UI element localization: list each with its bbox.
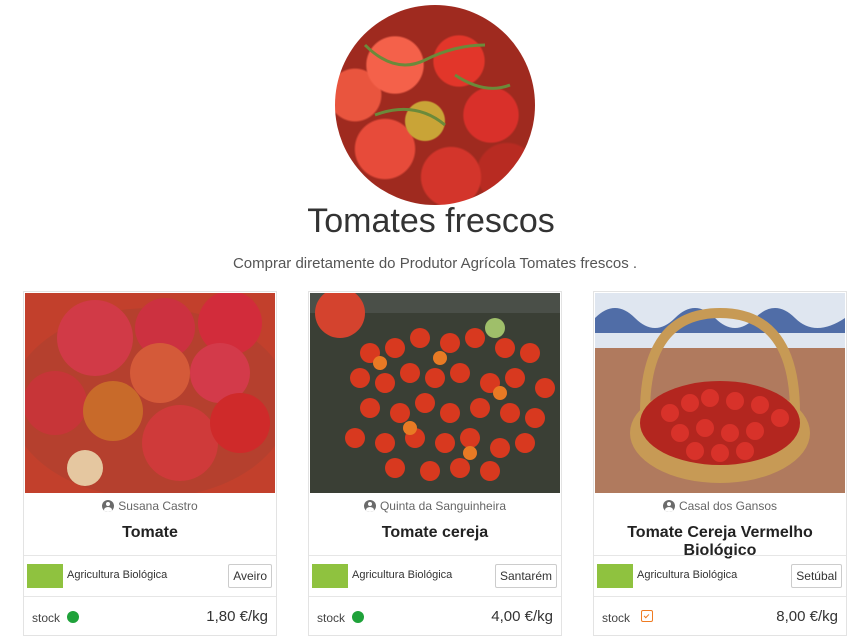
price: 4,00 €/kg — [491, 608, 553, 625]
certification-row: Agricultura Biológica Setúbal — [594, 555, 846, 597]
region-badge[interactable]: Setúbal — [791, 564, 842, 588]
eu-organic-leaf-icon — [312, 564, 348, 588]
price: 1,80 €/kg — [206, 608, 268, 625]
user-icon — [102, 500, 115, 512]
price: 8,00 €/kg — [776, 608, 838, 625]
certification-label: Agricultura Biológica — [637, 569, 738, 581]
eu-organic-leaf-icon — [27, 564, 63, 588]
certification-row: Agricultura Biológica Aveiro — [24, 555, 276, 597]
product-photo[interactable] — [595, 293, 845, 493]
certification-row: Agricultura Biológica Santarém — [309, 555, 561, 597]
stock-price-row: stock 4,00 €/kg — [309, 598, 561, 636]
product-photo[interactable] — [310, 293, 560, 493]
certification-label: Agricultura Biológica — [67, 569, 168, 581]
product-photo[interactable] — [25, 293, 275, 493]
user-icon — [662, 500, 675, 512]
product-name[interactable]: Tomate — [24, 524, 276, 542]
product-card[interactable]: Casal dos Gansos Tomate Cereja Vermelho … — [593, 291, 847, 636]
region-badge[interactable]: Aveiro — [228, 564, 272, 588]
page-subtitle: Comprar diretamente do Produtor Agrícola… — [232, 255, 638, 272]
product-card[interactable]: Susana Castro Tomate Agricultura Biológi… — [23, 291, 277, 636]
stock-available-dot-icon — [352, 611, 364, 623]
product-name[interactable]: Tomate cereja — [309, 524, 561, 542]
producer-name[interactable]: Susana Castro — [24, 499, 276, 513]
user-icon — [363, 500, 376, 512]
stock-label: stock — [32, 611, 61, 625]
producer-name[interactable]: Casal dos Gansos — [594, 499, 846, 513]
calendar-check-icon — [641, 610, 653, 622]
stock-label: stock — [317, 611, 346, 625]
product-card[interactable]: Quinta da Sanguinheira Tomate cereja Agr… — [308, 291, 562, 636]
page-title: Tomates frescos — [307, 202, 555, 240]
stock-price-row: stock 8,00 €/kg — [594, 598, 846, 636]
stock-available-dot-icon — [67, 611, 79, 623]
eu-organic-leaf-icon — [597, 564, 633, 588]
hero-product-image — [335, 5, 535, 205]
region-badge[interactable]: Santarém — [494, 564, 557, 588]
producer-name[interactable]: Quinta da Sanguinheira — [309, 499, 561, 513]
stock-label: stock — [602, 611, 631, 625]
stock-price-row: stock 1,80 €/kg — [24, 598, 276, 636]
certification-label: Agricultura Biológica — [352, 569, 453, 581]
